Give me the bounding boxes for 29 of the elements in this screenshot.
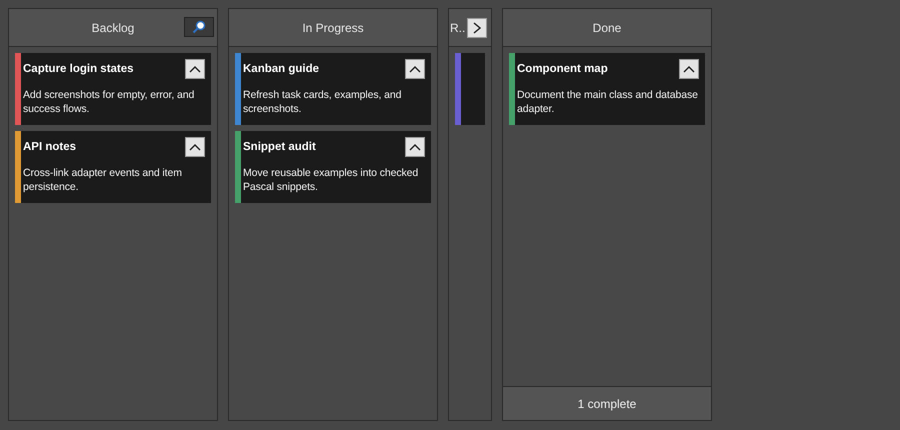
card-title: Capture login states bbox=[23, 62, 134, 75]
column-footer: 1 complete bbox=[503, 386, 711, 420]
card-title: Kanban guide bbox=[243, 62, 320, 75]
collapse-button[interactable] bbox=[405, 137, 425, 157]
column-title: R.. bbox=[450, 20, 466, 34]
card-description: Document the main class and database adapter. bbox=[517, 88, 699, 116]
search-button[interactable] bbox=[184, 17, 214, 37]
chevron-up-icon bbox=[409, 143, 421, 151]
card-title: Component map bbox=[517, 62, 608, 75]
chevron-up-icon bbox=[409, 65, 421, 73]
chevron-right-icon bbox=[473, 22, 482, 34]
chevron-up-icon bbox=[683, 65, 695, 73]
column-title: Backlog bbox=[92, 20, 134, 34]
card-description: Cross-link adapter events and item persistence. bbox=[23, 166, 183, 194]
collapse-button[interactable] bbox=[185, 59, 205, 79]
collapse-button[interactable] bbox=[185, 137, 205, 157]
column-title: In Progress bbox=[302, 20, 364, 34]
card-title: API notes bbox=[23, 140, 76, 153]
column-title: Done bbox=[592, 20, 622, 34]
card-description: Refresh task cards, examples, and screenshots. bbox=[243, 88, 402, 116]
search-icon bbox=[192, 20, 206, 34]
card-title: Snippet audit bbox=[243, 140, 316, 153]
collapse-button[interactable] bbox=[679, 59, 699, 79]
card-description: Move reusable examples into checked Pascal snippets. bbox=[243, 166, 420, 194]
expand-button[interactable] bbox=[467, 18, 488, 38]
collapse-button[interactable] bbox=[405, 59, 425, 79]
card-description: Add screenshots for empty, error, and success flows. bbox=[23, 88, 196, 116]
chevron-up-icon bbox=[189, 143, 201, 151]
chevron-up-icon bbox=[189, 65, 201, 73]
